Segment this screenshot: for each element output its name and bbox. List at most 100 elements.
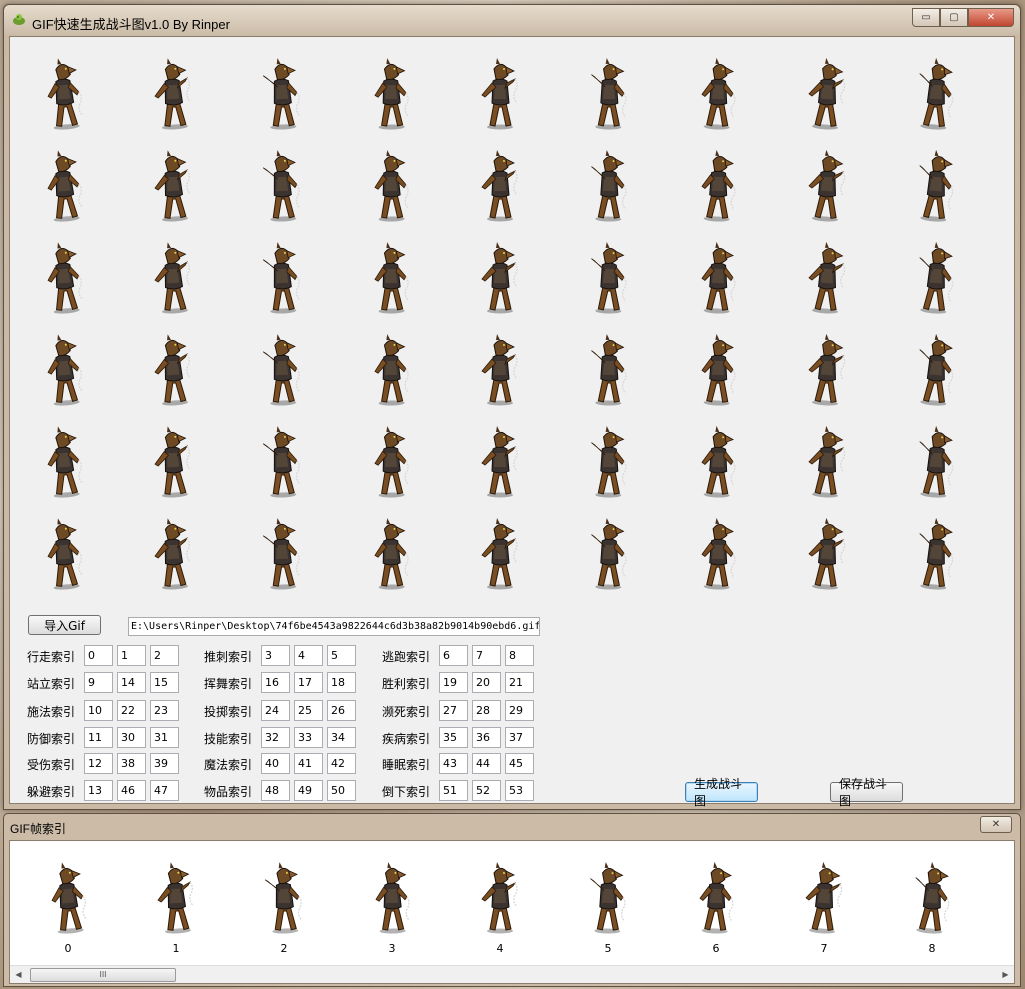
index-input[interactable]: 2: [150, 645, 179, 666]
index-input[interactable]: 40: [261, 753, 290, 774]
index-input[interactable]: 16: [261, 672, 290, 693]
maximize-button[interactable]: ▢: [940, 8, 968, 27]
frame-thumbnail[interactable]: 5: [554, 841, 662, 959]
index-input[interactable]: 36: [472, 727, 501, 748]
frame-index-label: 8: [928, 942, 936, 955]
frame-thumbnail[interactable]: 1: [122, 841, 230, 959]
frame-sprite: [40, 859, 96, 935]
index-input[interactable]: 41: [294, 753, 323, 774]
sprite-frame-32: [581, 331, 637, 407]
index-input[interactable]: 20: [472, 672, 501, 693]
frame-thumbnail[interactable]: 7: [770, 841, 878, 959]
sprite-frame-9: [36, 147, 92, 223]
index-input[interactable]: 0: [84, 645, 113, 666]
index-input[interactable]: 25: [294, 700, 323, 721]
index-input[interactable]: 9: [84, 672, 113, 693]
frame-sprite: [364, 859, 420, 935]
frame-index-label: 5: [604, 942, 612, 955]
main-window: GIF快速生成战斗图v1.0 By Rinper ▭ ▢ ✕ 导入Gif E:\…: [3, 4, 1021, 810]
index-input[interactable]: 42: [327, 753, 356, 774]
index-input[interactable]: 52: [472, 780, 501, 801]
index-input[interactable]: 11: [84, 727, 113, 748]
index-input[interactable]: 24: [261, 700, 290, 721]
index-input[interactable]: 34: [327, 727, 356, 748]
index-input[interactable]: 12: [84, 753, 113, 774]
index-input[interactable]: 13: [84, 780, 113, 801]
index-input[interactable]: 27: [439, 700, 468, 721]
index-input[interactable]: 15: [150, 672, 179, 693]
sprite-frame-31: [472, 331, 528, 407]
index-label: 逃跑索引: [382, 650, 431, 664]
file-path-field[interactable]: E:\Users\Rinper\Desktop\74f6be4543a98226…: [128, 617, 540, 636]
index-label: 技能索引: [204, 732, 253, 746]
index-input[interactable]: 51: [439, 780, 468, 801]
frame-thumbnail[interactable]: 3: [338, 841, 446, 959]
index-input[interactable]: 38: [117, 753, 146, 774]
title-bar[interactable]: GIF快速生成战斗图v1.0 By Rinper ▭ ▢ ✕: [4, 5, 1020, 35]
index-input[interactable]: 29: [505, 700, 534, 721]
sprite-frame-23: [581, 239, 637, 315]
index-input[interactable]: 7: [472, 645, 501, 666]
scroll-thumb[interactable]: III: [30, 968, 176, 982]
index-input[interactable]: 30: [117, 727, 146, 748]
index-input[interactable]: 28: [472, 700, 501, 721]
frame-sprite: [256, 859, 312, 935]
index-input[interactable]: 8: [505, 645, 534, 666]
index-input[interactable]: 31: [150, 727, 179, 748]
index-input[interactable]: 22: [117, 700, 146, 721]
index-input[interactable]: 43: [439, 753, 468, 774]
index-input[interactable]: 44: [472, 753, 501, 774]
frame-thumbnail[interactable]: 8: [878, 841, 986, 959]
index-input[interactable]: 49: [294, 780, 323, 801]
sprite-frame-30: [363, 331, 419, 407]
sprite-frame-25: [799, 239, 855, 315]
index-input[interactable]: 26: [327, 700, 356, 721]
index-input[interactable]: 37: [505, 727, 534, 748]
index-input[interactable]: 50: [327, 780, 356, 801]
sprite-frame-45: [36, 515, 92, 591]
index-input[interactable]: 35: [439, 727, 468, 748]
frame-panel-close-button[interactable]: ✕: [980, 816, 1012, 833]
frame-index-label: 4: [496, 942, 504, 955]
index-input[interactable]: 6: [439, 645, 468, 666]
index-input[interactable]: 1: [117, 645, 146, 666]
index-input[interactable]: 33: [294, 727, 323, 748]
sprite-frame-1: [145, 55, 201, 131]
index-input[interactable]: 18: [327, 672, 356, 693]
index-input[interactable]: 39: [150, 753, 179, 774]
minimize-button[interactable]: ▭: [912, 8, 940, 27]
horizontal-scrollbar[interactable]: ◀ III ▶: [10, 965, 1014, 983]
frame-thumbnail[interactable]: 6: [662, 841, 770, 959]
index-input[interactable]: 47: [150, 780, 179, 801]
save-battle-sprite-button[interactable]: 保存战斗图: [830, 777, 903, 808]
index-input[interactable]: 21: [505, 672, 534, 693]
index-input[interactable]: 5: [327, 645, 356, 666]
index-input[interactable]: 53: [505, 780, 534, 801]
index-input[interactable]: 23: [150, 700, 179, 721]
import-gif-button[interactable]: 导入Gif: [28, 615, 101, 635]
index-label: 投掷索引: [204, 705, 253, 719]
frame-thumbnail[interactable]: 4: [446, 841, 554, 959]
index-input[interactable]: 32: [261, 727, 290, 748]
index-label: 站立索引: [27, 677, 76, 691]
index-input[interactable]: 14: [117, 672, 146, 693]
frame-index-label: 7: [820, 942, 828, 955]
scroll-right-arrow-icon[interactable]: ▶: [997, 966, 1014, 983]
frame-thumbnail[interactable]: 2: [230, 841, 338, 959]
frame-thumbnail[interactable]: 0: [14, 841, 122, 959]
index-input[interactable]: 45: [505, 753, 534, 774]
index-input[interactable]: 19: [439, 672, 468, 693]
index-input[interactable]: 3: [261, 645, 290, 666]
index-input[interactable]: 17: [294, 672, 323, 693]
scroll-left-arrow-icon[interactable]: ◀: [10, 966, 27, 983]
generate-battle-sprite-button[interactable]: 生成战斗图: [685, 777, 758, 808]
index-input[interactable]: 10: [84, 700, 113, 721]
sprite-frame-51: [690, 515, 746, 591]
index-input[interactable]: 48: [261, 780, 290, 801]
sprite-frame-41: [581, 423, 637, 499]
sprite-frame-44: [908, 423, 964, 499]
index-input[interactable]: 46: [117, 780, 146, 801]
index-input[interactable]: 4: [294, 645, 323, 666]
close-button[interactable]: ✕: [968, 8, 1014, 27]
sprite-frame-46: [145, 515, 201, 591]
